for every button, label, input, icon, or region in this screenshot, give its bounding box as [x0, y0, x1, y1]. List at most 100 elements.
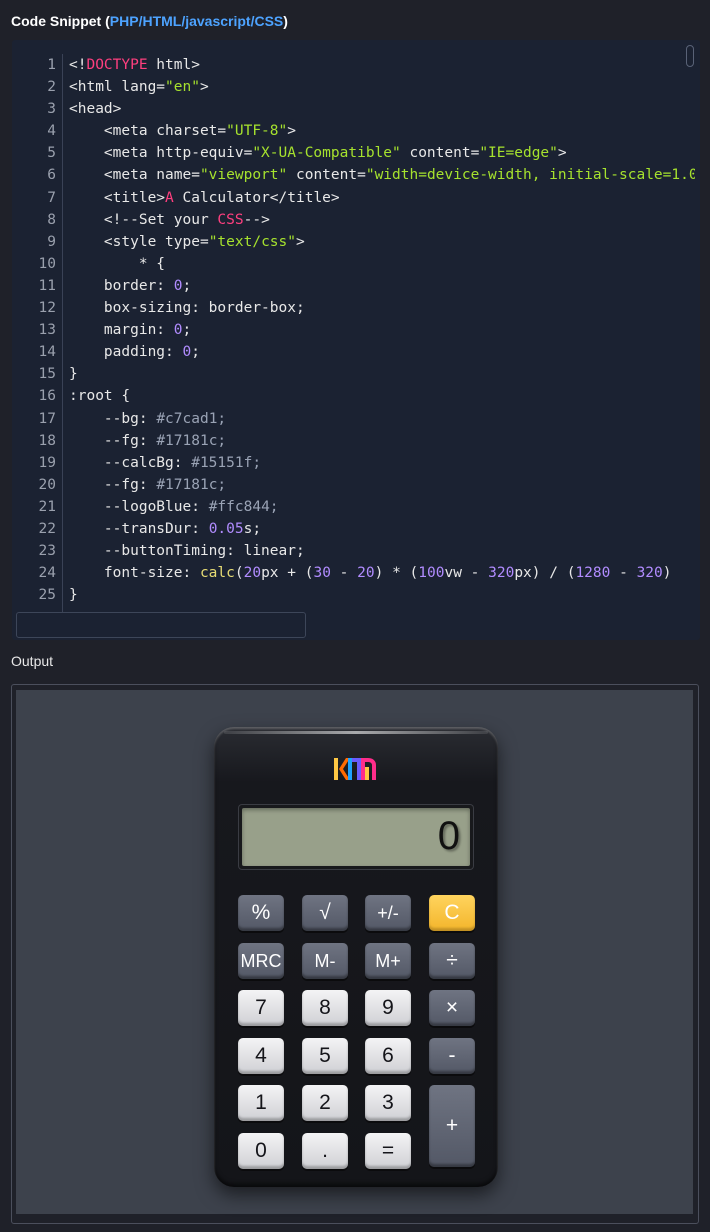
line-number: 8 — [47, 211, 56, 228]
key-plus-button[interactable]: + — [429, 1085, 475, 1167]
key-minus-button[interactable]: - — [429, 1038, 475, 1074]
code-token: --fg: — [69, 476, 157, 493]
code-line[interactable]: font-size: calc(20px + (30 - 20) * (100v… — [69, 562, 695, 584]
key-0-button[interactable]: 0 — [238, 1133, 284, 1169]
code-line[interactable]: <head> — [69, 98, 695, 120]
code-line[interactable]: } — [69, 584, 695, 606]
lcd-screen: 0 — [242, 808, 470, 866]
key-5-button[interactable]: 5 — [302, 1038, 348, 1074]
key-equals-button[interactable]: = — [365, 1133, 411, 1169]
code-token: > — [287, 123, 296, 140]
code-token: --fg: — [69, 432, 157, 449]
line-number: 13 — [38, 322, 56, 339]
key-clear-button[interactable]: C — [429, 895, 475, 931]
heading-prefix: Code Snippet ( — [11, 13, 110, 29]
code-line[interactable]: <title>A Calculator</title> — [69, 187, 695, 209]
code-line[interactable]: <!--Set your CSS--> — [69, 209, 695, 231]
line-number: 7 — [47, 189, 56, 206]
code-line[interactable]: :root { — [69, 385, 695, 407]
code-token: "UTF-8" — [226, 123, 288, 140]
key-4-button[interactable]: 4 — [238, 1038, 284, 1074]
code-line[interactable]: * { — [69, 253, 695, 275]
code-token: html> — [147, 57, 200, 73]
key-6-button[interactable]: 6 — [365, 1038, 411, 1074]
code-token: > — [199, 79, 209, 96]
key-multiply-button[interactable]: × — [429, 990, 475, 1026]
code-token: } — [69, 366, 78, 383]
output-frame: 0 % √ +/- C MRC M- M+ ÷ 7 8 9 × 4 5 6- 1 2 3 +0. = — [11, 684, 699, 1224]
code-token: <meta charset= — [69, 123, 227, 140]
key-sqrt-button[interactable]: √ — [302, 895, 348, 931]
code-token: <meta name= — [69, 167, 200, 184]
code-line[interactable]: box-sizing: border-box; — [69, 297, 695, 319]
code-token: - — [610, 565, 637, 582]
code-line[interactable]: margin: 0; — [69, 319, 695, 341]
line-number: 15 — [38, 366, 56, 383]
key-8-button[interactable]: 8 — [302, 990, 348, 1026]
key-7-button[interactable]: 7 — [238, 990, 284, 1026]
code-area[interactable]: <!DOCTYPE html> <html lang="en"> <head> <m… — [69, 54, 695, 614]
line-number: 1 — [47, 57, 56, 73]
line-number: 12 — [38, 300, 56, 317]
code-token: padding: — [69, 344, 183, 361]
code-editor[interactable]: 1 2 3 4 5 6 7 8 9 10 11 12 13 14 15 16 17 18 19 20 21 22 23 24 2… — [12, 40, 700, 640]
code-token: <! — [69, 57, 87, 73]
code-token: * { — [69, 255, 166, 272]
code-line[interactable]: --buttonTiming: linear; — [69, 540, 695, 562]
calculator-top-highlight — [224, 731, 488, 734]
code-line[interactable]: --fg: #17181c; — [69, 474, 695, 496]
key-plus-minus-button[interactable]: +/- — [365, 895, 411, 931]
line-number: 11 — [38, 277, 56, 294]
code-line[interactable]: <!DOCTYPE html> — [69, 54, 695, 76]
code-line[interactable]: --logoBlue: #ffc844; — [69, 496, 695, 518]
code-token: px + ( — [261, 565, 314, 582]
code-line[interactable]: padding: 0; — [69, 341, 695, 363]
line-number: 18 — [38, 432, 56, 449]
key-decimal-button[interactable]: . — [302, 1133, 348, 1169]
code-line[interactable]: <meta charset="UTF-8"> — [69, 120, 695, 142]
key-divide-button[interactable]: ÷ — [429, 943, 475, 979]
code-token: 20 — [243, 565, 262, 582]
output-label: Output — [11, 653, 54, 669]
key-m-minus-button[interactable]: M- — [302, 943, 348, 979]
key-mrc-button[interactable]: MRC — [238, 943, 284, 979]
code-line[interactable]: --fg: #17181c; — [69, 430, 695, 452]
key-m-plus-button[interactable]: M+ — [365, 943, 411, 979]
display-value: 0 — [437, 814, 460, 858]
line-number: 22 — [38, 520, 56, 537]
code-line[interactable]: --calcBg: #15151f; — [69, 452, 695, 474]
code-token: > — [296, 233, 305, 250]
key-9-button[interactable]: 9 — [365, 990, 411, 1026]
code-line[interactable]: <html lang="en"> — [69, 76, 695, 98]
code-token: box-sizing: border-box; — [69, 300, 305, 317]
code-line[interactable]: } — [69, 363, 695, 385]
code-line[interactable]: <style type="text/css"> — [69, 231, 695, 253]
key-2-button[interactable]: 2 — [302, 1085, 348, 1121]
key-3-button[interactable]: 3 — [365, 1085, 411, 1121]
code-line[interactable]: <meta http-equiv="X-UA-Compatible" conte… — [69, 142, 695, 164]
code-token: 320 — [488, 565, 515, 582]
languages-link[interactable]: PHP/HTML/javascript/CSS — [110, 13, 284, 29]
calculator: 0 % √ +/- C MRC M- M+ ÷ 7 8 9 × 4 5 6- 1 2 3 +0. = — [214, 727, 498, 1187]
code-token: s; — [243, 520, 262, 537]
code-token: #c7cad1; — [156, 410, 227, 427]
code-token: --transDur: — [69, 520, 209, 537]
code-token: #15151f; — [191, 454, 262, 471]
line-number: 3 — [47, 101, 56, 118]
code-token: "IE=edge" — [479, 145, 558, 162]
code-line[interactable]: border: 0; — [69, 275, 695, 297]
scrollbar-thumb[interactable] — [686, 45, 694, 67]
calculator-display: 0 — [238, 804, 474, 870]
code-line[interactable]: --transDur: 0.05s; — [69, 518, 695, 540]
code-line[interactable]: --bg: #c7cad1; — [69, 408, 695, 430]
key-1-button[interactable]: 1 — [238, 1085, 284, 1121]
editor-input-field[interactable] — [16, 612, 306, 638]
line-number: 17 — [38, 410, 56, 427]
code-token: --bg: — [69, 410, 157, 427]
code-token: A — [165, 189, 174, 206]
key-percent-button[interactable]: % — [238, 895, 284, 931]
code-token: > — [557, 145, 567, 162]
code-token: "en" — [165, 79, 200, 96]
code-line[interactable]: <meta name="viewport" content="width=dev… — [69, 164, 695, 186]
code-token: "width=device-width, initial-scale=1.0" — [365, 167, 695, 184]
